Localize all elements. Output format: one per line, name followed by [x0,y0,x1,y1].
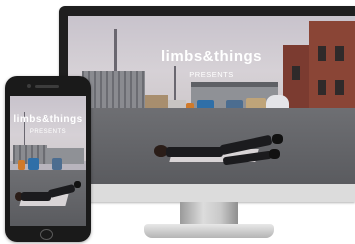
person-shoe [271,133,284,144]
person-torso [165,147,223,158]
home-button[interactable] [40,229,53,240]
brand-title: limbs&things [160,47,262,65]
monitor-stand-neck [180,202,238,226]
warehouse-roof [191,81,278,87]
window [334,79,344,95]
brand-subtitle: PRESENTS [189,69,234,79]
monitor-chin [59,184,355,202]
blue-bin [28,158,39,171]
person-shoe [268,148,281,159]
person-torso [20,192,52,202]
desktop-website-preview: limbs&things PRESENTS [68,16,355,184]
mobile-website-preview: limbs&things PRESENTS [10,96,86,226]
brand-subtitle: PRESENTS [29,128,67,135]
front-camera-icon [27,84,31,88]
brick-building [309,21,355,114]
orange-drum [17,159,26,171]
monitor-stand-base [144,224,274,238]
brand-title: limbs&things [13,114,83,126]
phone-speaker [35,85,59,88]
video-still-scene: limbs&things PRESENTS [10,96,86,226]
window [317,79,327,95]
blue-bin [51,158,63,171]
video-still-scene: limbs&things PRESENTS [68,16,355,184]
person-shoe [73,180,81,189]
